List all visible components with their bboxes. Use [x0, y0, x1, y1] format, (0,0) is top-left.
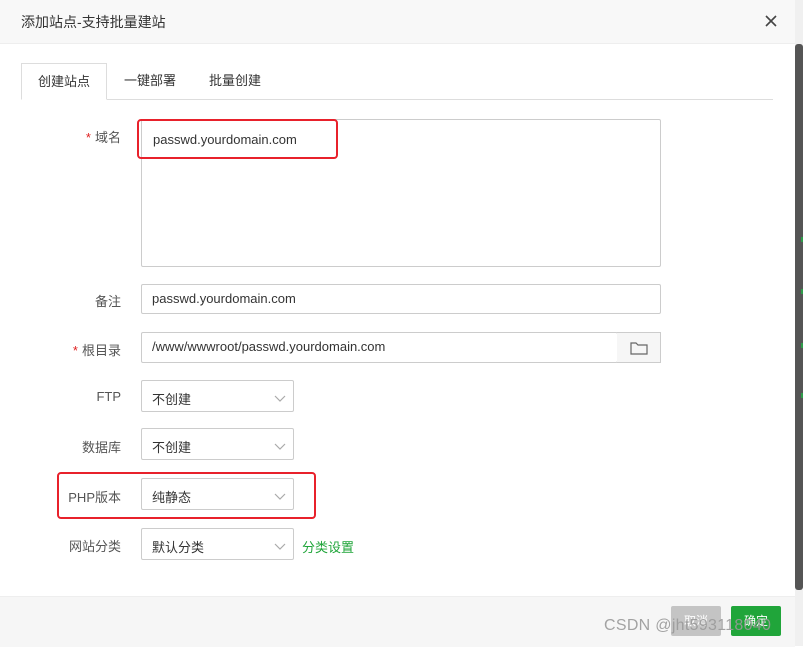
chevron-down-icon: [274, 391, 286, 406]
ftp-select[interactable]: 不创建: [141, 380, 294, 412]
folder-picker-button[interactable]: [617, 332, 661, 363]
root-label: * 根目录: [21, 340, 121, 359]
site-category-select[interactable]: 默认分类: [141, 528, 294, 560]
site-category-label: 网站分类: [68, 539, 121, 554]
scrollbar-thumb[interactable]: [795, 44, 803, 590]
domain-label: * 域名: [21, 127, 121, 146]
add-site-dialog: 添加站点-支持批量建站 创建站点 一键部署 批量创建 * 域名 passwd.yo…: [0, 0, 795, 647]
required-mark: *: [85, 130, 91, 145]
chevron-down-icon: [274, 439, 286, 454]
root-dir-input[interactable]: /www/wwwroot/passwd.yourdomain.com: [141, 332, 618, 363]
tab-create-site[interactable]: 创建站点: [21, 63, 107, 100]
csdn-watermark: CSDN @jht593118040: [604, 617, 772, 634]
database-select-value: 不创建: [152, 440, 192, 455]
tab-one-click-deploy[interactable]: 一键部署: [117, 63, 183, 98]
database-select[interactable]: 不创建: [141, 428, 294, 460]
ftp-label: FTP: [96, 389, 121, 404]
root-label-text: 根目录: [81, 343, 121, 358]
folder-icon: [630, 341, 648, 360]
required-mark: *: [72, 343, 78, 358]
database-label: 数据库: [81, 440, 121, 455]
tab-bar: 创建站点 一键部署 批量创建: [21, 63, 773, 100]
highlight-box-domain: [137, 119, 338, 159]
remark-label: 备注: [94, 294, 121, 309]
highlight-box-php: [57, 472, 316, 519]
site-category-value: 默认分类: [152, 540, 205, 555]
remark-input[interactable]: passwd.yourdomain.com: [141, 284, 661, 314]
ftp-select-value: 不创建: [152, 392, 192, 407]
dialog-titlebar: 添加站点-支持批量建站: [0, 0, 795, 44]
tab-batch-create[interactable]: 批量创建: [201, 63, 269, 98]
close-icon[interactable]: [760, 10, 782, 32]
domain-label-text: 域名: [94, 130, 121, 145]
category-settings-link[interactable]: 分类设置: [302, 537, 354, 556]
chevron-down-icon: [274, 539, 286, 554]
dialog-title: 添加站点-支持批量建站: [21, 14, 166, 30]
